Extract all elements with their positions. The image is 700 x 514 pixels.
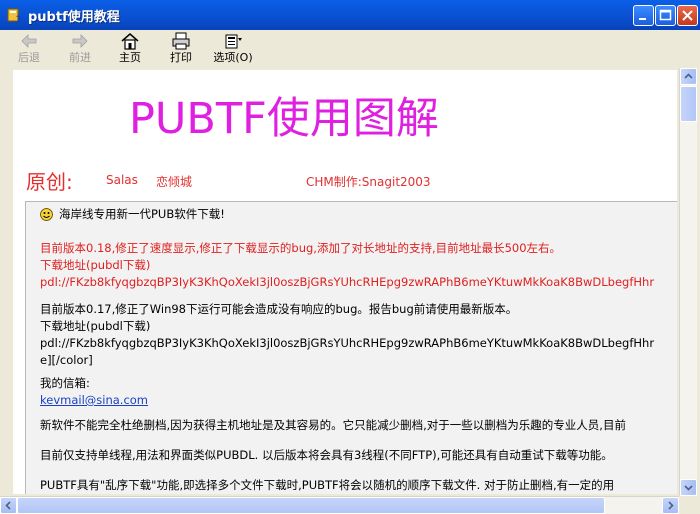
v018-download-url[interactable]: pdl://FKzb8kfyqgbzqBP3IyK3KhQoXekI3jl0os…: [40, 274, 654, 291]
v017-notes: 目前版本0.17,修正了Win98下运行可能会造成没有响应的bug。报告bug前…: [40, 302, 518, 316]
help-book-icon: ?: [7, 8, 21, 23]
scroll-down-button[interactable]: [680, 479, 697, 496]
vertical-scroll-thumb[interactable]: [680, 86, 697, 122]
back-label: 后退: [18, 51, 40, 64]
credits-row: 原创: Salas 恋倾城 CHM制作:Snagit2003: [26, 166, 666, 196]
minimize-button[interactable]: [633, 5, 654, 26]
origin-label: 原创:: [26, 170, 73, 194]
content-frame: PUBTF使用图解 原创: Salas 恋倾城 CHM制作:Snagit2003…: [0, 66, 700, 514]
paragraph: PUBTF具有"乱序下载"功能,即选择多个文件下载时,PUBTF将会以随机的顺序…: [40, 478, 615, 492]
close-button[interactable]: [677, 5, 698, 26]
maximize-button[interactable]: [655, 5, 676, 26]
horizontal-scrollbar[interactable]: [0, 496, 679, 514]
options-icon: [225, 34, 242, 49]
mail-link[interactable]: kevmail@sina.com: [40, 392, 148, 409]
scroll-up-button[interactable]: [680, 68, 697, 85]
post-header: 海岸线专用新一代PUB软件下载!: [59, 207, 225, 221]
horizontal-scroll-thumb[interactable]: [17, 497, 605, 514]
paragraph: 目前仅支持单线程,用法和界面类似PUBDL. 以后版本将会具有3线程(不同FTP…: [40, 448, 613, 462]
toolbar: 后退 前进 主页 打印 选项(O): [0, 30, 700, 67]
forum-post: 海岸线专用新一代PUB软件下载! 目前版本0.18,修正了速度显示,修正了下载显…: [25, 201, 677, 494]
scroll-left-button[interactable]: [0, 497, 17, 514]
forward-label: 前进: [69, 51, 91, 64]
vertical-scrollbar[interactable]: [679, 68, 697, 496]
chevron-down-icon: [684, 485, 693, 491]
close-icon: [682, 10, 693, 21]
title-bar[interactable]: ? pubtf使用教程: [0, 0, 700, 30]
home-button[interactable]: 主页: [109, 31, 151, 65]
window-title: pubtf使用教程: [28, 10, 120, 25]
help-window: ? pubtf使用教程 后退 前进 主页 打印 选项(O) PUBTF使用图解 …: [0, 0, 700, 514]
chevron-up-icon: [684, 73, 693, 79]
smiley-icon: [40, 208, 53, 221]
paragraph: 新软件不能完全杜绝删档,因为获得主机地址是及其容易的。它只能减少删档,对于一些以…: [40, 418, 626, 432]
author-name: Salas: [106, 173, 138, 187]
v017-download-label: 下载地址(pubdl下载): [40, 319, 151, 333]
home-label: 主页: [119, 51, 141, 64]
chevron-left-icon: [5, 501, 11, 510]
home-icon: [121, 33, 139, 50]
print-button[interactable]: 打印: [160, 31, 202, 65]
back-arrow-icon: [21, 34, 37, 48]
v018-notes: 目前版本0.18,修正了速度显示,修正了下载显示的bug,添加了对长地址的支持,…: [40, 241, 562, 255]
print-label: 打印: [170, 51, 192, 64]
author-name-2: 恋倾城: [156, 175, 193, 189]
forward-arrow-icon: [72, 34, 88, 48]
minimize-icon: [639, 18, 646, 20]
help-page: PUBTF使用图解 原创: Salas 恋倾城 CHM制作:Snagit2003…: [13, 70, 677, 494]
back-button[interactable]: 后退: [8, 31, 50, 65]
options-label: 选项(O): [213, 51, 253, 64]
options-button[interactable]: 选项(O): [210, 31, 256, 65]
chm-credit: CHM制作:Snagit2003: [306, 175, 431, 189]
chevron-right-icon: [668, 501, 674, 510]
v017-url-tail: e][/color]: [40, 353, 93, 367]
mail-label: 我的信箱:: [40, 376, 90, 390]
printer-icon: [172, 32, 190, 50]
svg-text:?: ?: [16, 15, 21, 23]
v018-download-label: 下载地址(pubdl下载): [40, 258, 151, 272]
page-title: PUBTF使用图解: [129, 94, 439, 144]
scroll-right-button[interactable]: [662, 497, 679, 514]
v017-download-url[interactable]: pdl://FKzb8kfyqgbzqBP3IyK3KhQoXekI3jl0os…: [40, 335, 654, 352]
maximize-icon: [659, 9, 672, 21]
forward-button[interactable]: 前进: [59, 31, 101, 65]
